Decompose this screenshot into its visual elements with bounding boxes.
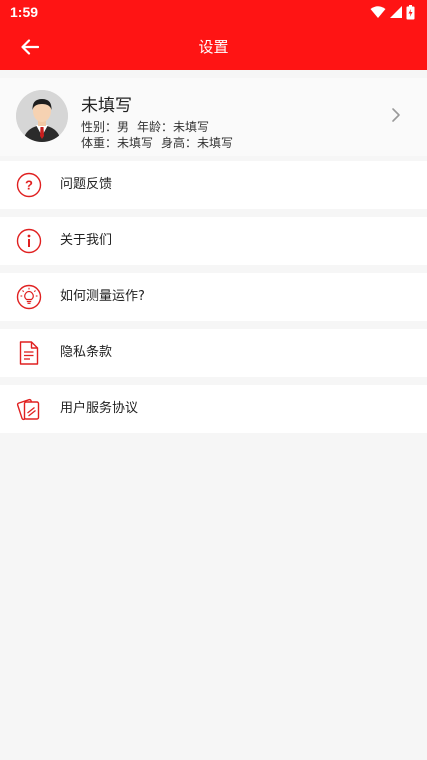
age-label: 年龄： <box>137 120 174 134</box>
question-circle-icon: ? <box>16 172 42 198</box>
agreement-cards-icon <box>16 396 42 422</box>
menu-item-label: 问题反馈 <box>60 177 113 192</box>
age-value: 未填写 <box>173 120 210 134</box>
svg-text:?: ? <box>25 178 33 193</box>
wifi-icon <box>370 5 386 18</box>
gender-value: 男 <box>117 120 130 134</box>
info-circle-icon <box>16 228 42 254</box>
status-icons <box>370 4 415 20</box>
app-bar: 设置 <box>0 24 427 70</box>
user-avatar-icon <box>16 90 68 142</box>
gender-label: 性别： <box>81 120 118 134</box>
height-label: 身高： <box>161 136 198 150</box>
profile-weight-height: 体重：未填写 身高：未填写 <box>81 134 233 151</box>
profile-card[interactable]: 未填写 性别：男 年龄：未填写 体重：未填写 身高：未填写 <box>0 78 427 156</box>
height-value: 未填写 <box>197 136 234 150</box>
menu-item-label: 用户服务协议 <box>60 401 139 416</box>
chevron-right-icon <box>392 108 400 122</box>
weight-label: 体重： <box>81 136 118 150</box>
menu-item-about[interactable]: 关于我们 <box>0 217 427 265</box>
menu-item-feedback[interactable]: ? 问题反馈 <box>0 161 427 209</box>
cell-signal-icon <box>390 6 402 18</box>
profile-gender-age: 性别：男 年龄：未填写 <box>81 118 209 135</box>
weight-value: 未填写 <box>117 136 154 150</box>
battery-icon <box>406 4 415 19</box>
menu-item-user-agreement[interactable]: 用户服务协议 <box>0 385 427 433</box>
lightbulb-icon <box>16 284 42 310</box>
avatar <box>16 90 68 142</box>
menu-item-label: 隐私条款 <box>60 345 113 360</box>
document-icon <box>16 340 42 366</box>
profile-name: 未填写 <box>81 96 132 116</box>
status-bar: 1:59 <box>0 0 427 24</box>
menu-item-label: 如何测量运作? <box>60 289 145 304</box>
status-time: 1:59 <box>10 4 39 20</box>
menu-item-label: 关于我们 <box>60 233 113 248</box>
menu-item-privacy[interactable]: 隐私条款 <box>0 329 427 377</box>
page-title: 设置 <box>198 38 229 56</box>
menu-item-how-measure[interactable]: 如何测量运作? <box>0 273 427 321</box>
